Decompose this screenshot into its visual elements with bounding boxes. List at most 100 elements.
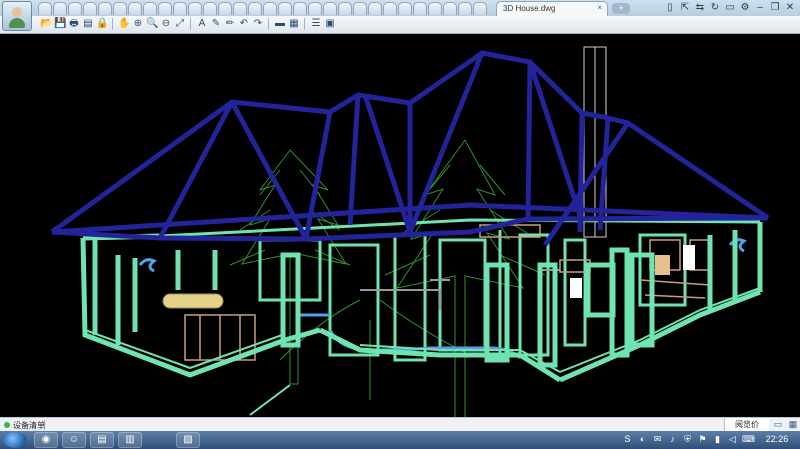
hatch-icon[interactable]: ▦	[288, 18, 300, 30]
sofa	[162, 293, 224, 309]
cabinet	[655, 255, 670, 275]
share-icon[interactable]: ⇆	[694, 2, 706, 14]
new-tab-button[interactable]: +	[612, 3, 630, 14]
pen-icon[interactable]: ✎	[210, 18, 222, 30]
tab-item[interactable]	[398, 2, 412, 15]
security-icon[interactable]: ⛨	[682, 434, 693, 445]
pdf-icon[interactable]: ▤	[82, 18, 94, 30]
grey-pipes	[360, 269, 560, 310]
main-toolbar: 📂 💾 🖶 ▤ 🔒 ✋ ⊕ 🔍 ⊖ ⤢ A ✎ ✏ ↶ ↷ ▬ ▦ ☰ ▣	[0, 16, 800, 34]
books-app-icon[interactable]: ▥	[118, 432, 142, 448]
tab-item[interactable]	[38, 2, 52, 15]
tab-item[interactable]	[308, 2, 322, 15]
toolbar-separator	[190, 18, 191, 30]
flag-icon[interactable]: ⚑	[697, 434, 708, 445]
status-bar: 设备清单 阅览价 ▭ ▦	[0, 417, 800, 432]
tab-item[interactable]	[128, 2, 142, 15]
tab-item[interactable]	[338, 2, 352, 15]
view-icon[interactable]: ▣	[324, 18, 336, 30]
close-tab-icon[interactable]: ×	[597, 3, 602, 12]
tab-item[interactable]	[233, 2, 247, 15]
antivirus-icon[interactable]: S	[622, 434, 633, 445]
keyboard-icon[interactable]: ▦	[787, 419, 799, 430]
tab-item[interactable]	[293, 2, 307, 15]
zoom-out-icon[interactable]: ⊖	[160, 18, 172, 30]
layers-icon[interactable]: ☰	[310, 18, 322, 30]
tab-item[interactable]	[473, 2, 487, 15]
view-price-button[interactable]: 阅览价	[724, 418, 769, 431]
tab-item[interactable]	[428, 2, 442, 15]
battery-icon[interactable]: ▮	[712, 434, 723, 445]
tab-item[interactable]	[353, 2, 367, 15]
chat-icon[interactable]: ✉	[652, 434, 663, 445]
save-icon[interactable]: 💾	[54, 18, 66, 30]
tab-item[interactable]	[323, 2, 337, 15]
status-divider	[44, 420, 45, 430]
text-icon[interactable]: A	[196, 18, 208, 30]
tab-item[interactable]	[113, 2, 127, 15]
tab-document[interactable]: 3D House.dwg ×	[496, 1, 608, 16]
start-button[interactable]	[3, 432, 27, 448]
user-app-icon[interactable]: ☺	[62, 432, 86, 448]
tab-item[interactable]	[203, 2, 217, 15]
volume-icon[interactable]: ♪	[667, 434, 678, 445]
tab-item[interactable]	[443, 2, 457, 15]
tab-item[interactable]	[188, 2, 202, 15]
appliance	[570, 278, 582, 298]
tab-item[interactable]	[158, 2, 172, 15]
refresh-icon[interactable]: ↻	[709, 2, 721, 14]
minimize-icon[interactable]: –	[754, 2, 766, 14]
export-icon[interactable]: ⇱	[679, 2, 691, 14]
tab-item[interactable]	[383, 2, 397, 15]
appliance	[683, 245, 695, 270]
redo-icon[interactable]: ↷	[252, 18, 264, 30]
tab-item[interactable]	[218, 2, 232, 15]
tab-item[interactable]	[143, 2, 157, 15]
measure-icon[interactable]: ▬	[274, 18, 286, 30]
print-icon[interactable]: 🖶	[68, 18, 80, 30]
network-icon[interactable]: ◐	[637, 434, 648, 445]
tab-item[interactable]	[98, 2, 112, 15]
document-tab-label: 3D House.dwg	[503, 4, 556, 13]
zoom-extents-icon[interactable]: ⤢	[174, 18, 186, 30]
tab-item[interactable]	[173, 2, 187, 15]
sound-icon[interactable]: ◁	[727, 434, 738, 445]
drawing-canvas[interactable]	[0, 34, 800, 417]
undo-icon[interactable]: ↶	[238, 18, 250, 30]
equipment-list-label[interactable]: 设备清单	[13, 420, 45, 431]
phone-icon[interactable]: ▯	[664, 2, 676, 14]
pan-icon[interactable]: ✋	[118, 18, 130, 30]
keyboard-icon[interactable]: ⌨	[742, 434, 755, 445]
tab-item[interactable]	[248, 2, 262, 15]
zoom-window-icon[interactable]: ⊕	[132, 18, 144, 30]
tab-item[interactable]	[68, 2, 82, 15]
browser-app-icon[interactable]: ◉	[34, 432, 58, 448]
folder-app-icon[interactable]: ▤	[90, 432, 114, 448]
tab-item[interactable]	[413, 2, 427, 15]
charts-app-icon[interactable]: ▧	[176, 432, 200, 448]
roof-wireframe	[50, 50, 770, 247]
tab-item[interactable]	[458, 2, 472, 15]
tab-item[interactable]	[53, 2, 67, 15]
tab-item[interactable]	[263, 2, 277, 15]
print-icon[interactable]: ▭	[724, 2, 736, 14]
lock-icon[interactable]: 🔒	[96, 18, 108, 30]
clock: 22:26	[765, 434, 789, 444]
tab-item[interactable]	[278, 2, 292, 15]
toolbar-separator	[112, 18, 113, 30]
tab-item[interactable]	[368, 2, 382, 15]
toolbar-separator	[304, 18, 305, 30]
marker-icon[interactable]: ✏	[224, 18, 236, 30]
restore-icon[interactable]: ❐	[769, 2, 781, 14]
chat-icon[interactable]: ▭	[772, 419, 784, 430]
open-icon[interactable]: 📂	[40, 18, 52, 30]
title-bar: 3D House.dwg × + ▯ ⇱ ⇆ ↻ ▭ ⚙ – ❐ ✕	[0, 0, 800, 16]
tab-item[interactable]	[83, 2, 97, 15]
zoom-in-icon[interactable]: 🔍	[146, 18, 158, 30]
user-avatar[interactable]	[2, 1, 32, 31]
house-3d-drawing	[50, 46, 770, 417]
taskbar: ◉ ☺ ▤ ▥ ▧ S ◐ ✉ ♪ ⛨ ⚑ ▮ ◁ ⌨ 22:26	[0, 431, 800, 449]
status-indicator-icon	[4, 422, 10, 428]
settings-icon[interactable]: ⚙	[739, 2, 751, 14]
close-icon[interactable]: ✕	[784, 2, 796, 14]
